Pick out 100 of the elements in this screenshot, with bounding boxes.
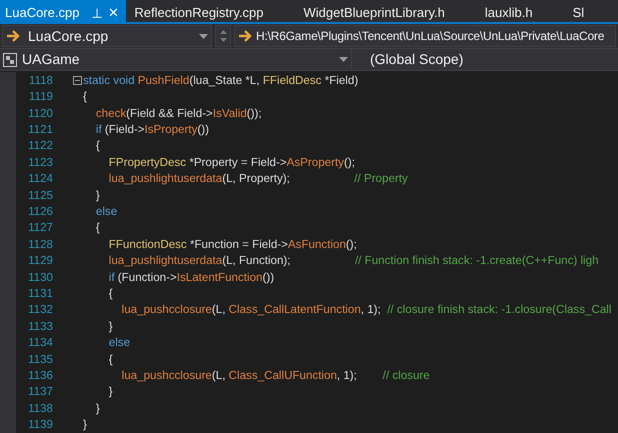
code-text: ()) xyxy=(262,270,274,286)
tab-label: LuaCore.cpp xyxy=(5,4,80,22)
tab-label: ReflectionRegistry.cpp xyxy=(134,4,264,22)
function-name: check xyxy=(94,106,126,122)
code-text: ()); xyxy=(246,106,262,122)
keyword: if xyxy=(94,122,102,138)
project-icon xyxy=(3,52,17,67)
code-text: (Field && Field-> xyxy=(126,106,213,122)
line-number: 1130 xyxy=(27,270,53,286)
line-number: 1120 xyxy=(27,106,53,122)
function-name: PushField xyxy=(138,72,190,89)
keyword: static void xyxy=(83,72,136,89)
close-button[interactable]: × xyxy=(108,4,118,21)
tab-label: lauxlib.h xyxy=(484,4,533,22)
project-name: UAGame xyxy=(22,50,81,70)
up-caret-icon xyxy=(220,30,226,34)
line-number: 1126 xyxy=(27,204,53,220)
code-text: *Property = Field-> xyxy=(188,154,287,171)
code-text: , 1); xyxy=(360,302,381,318)
function-name: AsFunction xyxy=(288,236,346,253)
code-text: { xyxy=(94,138,100,154)
code-text: , 1); xyxy=(336,368,357,384)
code-text: } xyxy=(108,384,113,400)
path-dropdown[interactable]: H:\R6Game\Plugins\Tencent\UnLua\Source\UnLua\Private\LuaCore xyxy=(234,25,616,48)
function-name: lua_pushlightuserdata xyxy=(108,253,222,270)
line-number: 1137 xyxy=(27,384,53,400)
line-number: 1128 xyxy=(27,236,53,253)
line-number: 1139 xyxy=(27,417,53,433)
keyword: else xyxy=(108,335,130,352)
code-text: { xyxy=(94,220,100,236)
function-name: IsProperty xyxy=(144,122,198,138)
function-name: lua_pushcclosure xyxy=(120,368,212,384)
code-text: *Field) xyxy=(324,72,358,89)
file-dropdown[interactable]: LuaCore.cpp xyxy=(2,25,212,48)
caret-icon xyxy=(199,34,208,39)
line-number: 1132 xyxy=(27,302,53,318)
type-name: FPropertyDesc xyxy=(108,154,186,171)
function-name: lua_pushcclosure xyxy=(120,302,212,318)
line-number: 1125 xyxy=(27,188,53,204)
file-tab[interactable]: Sl xyxy=(564,0,592,22)
tab-label: WidgetBlueprintLibrary.h xyxy=(303,4,445,22)
function-name: lua_pushlightuserdata xyxy=(108,171,222,188)
code-text: (Field-> xyxy=(104,122,145,138)
code-text: (Function-> xyxy=(116,270,177,286)
line-number: 1122 xyxy=(27,138,53,154)
line-number: 1119 xyxy=(28,89,53,106)
tab-label: Sl xyxy=(572,4,584,22)
code-text: { xyxy=(108,352,113,368)
file-name: LuaCore.cpp xyxy=(28,26,110,46)
spin-button[interactable] xyxy=(215,25,231,48)
code-comment: // closure finish stack: -1.closure(Class_Call xyxy=(386,302,612,318)
arrow-icon xyxy=(238,30,252,42)
code-text: (); xyxy=(344,154,355,171)
arrow-icon xyxy=(6,30,20,42)
code-text: (L, xyxy=(212,368,226,384)
file-path: H:\R6Game\Plugins\Tencent\UnLua\Source\UnLua\Private\LuaCore xyxy=(256,28,604,46)
keyword: else xyxy=(94,204,118,220)
keyword: if xyxy=(108,270,115,286)
line-number: 1136 xyxy=(27,368,53,384)
file-tab[interactable]: WidgetBlueprintLibrary.h xyxy=(295,0,453,22)
code-text: (); xyxy=(346,236,357,253)
code-text: } xyxy=(83,417,87,433)
line-number: 1134 xyxy=(27,335,53,352)
line-number: 1121 xyxy=(27,122,53,138)
line-number: 1129 xyxy=(27,253,53,270)
line-number: 1127 xyxy=(27,220,53,236)
down-caret-icon xyxy=(220,38,226,42)
function-name: Class_CallUFunction xyxy=(228,368,337,384)
function-name: AsProperty xyxy=(286,154,344,171)
code-text: ()) xyxy=(197,122,209,138)
scope-dropdown[interactable]: (Global Scope) xyxy=(352,49,618,70)
project-dropdown[interactable]: UAGame xyxy=(0,49,352,70)
function-name: IsLatentFunction xyxy=(176,270,262,286)
code-text: } xyxy=(94,188,100,204)
code-comment: // Function finish stack: -1.create(C++Func) ligh xyxy=(354,253,599,270)
line-number: 1135 xyxy=(27,352,53,368)
code-comment: // closure xyxy=(382,368,430,384)
function-name: Class_CallLatentFunction xyxy=(228,302,361,318)
code-text: (L, xyxy=(212,302,226,318)
code-text: { xyxy=(83,89,87,106)
line-number: 1138 xyxy=(27,400,53,417)
function-name: IsValid xyxy=(212,106,247,122)
caret-icon xyxy=(339,57,348,62)
collapse-icon[interactable] xyxy=(73,76,82,86)
file-tab[interactable]: LuaCore.cpp ⊣ × xyxy=(0,0,126,22)
code-comment: // Property xyxy=(353,171,408,188)
code-text: *Function = Field-> xyxy=(188,236,288,253)
file-tab[interactable]: ReflectionRegistry.cpp xyxy=(126,0,272,22)
code-text: } xyxy=(108,318,113,335)
line-number: 1118 xyxy=(28,72,53,89)
scope-name: (Global Scope) xyxy=(370,50,464,70)
line-number: 1131 xyxy=(27,286,53,302)
code-text: (L, Property); xyxy=(222,171,290,188)
code-text: (L, Function); xyxy=(222,253,291,270)
line-number: 1124 xyxy=(27,171,53,188)
pin-button[interactable]: ⊣ xyxy=(87,7,107,18)
code-text: (lua_State *L, xyxy=(189,72,261,89)
type-name: FFieldDesc xyxy=(262,72,322,89)
line-number: 1123 xyxy=(27,154,53,171)
file-tab[interactable]: lauxlib.h xyxy=(476,0,541,22)
